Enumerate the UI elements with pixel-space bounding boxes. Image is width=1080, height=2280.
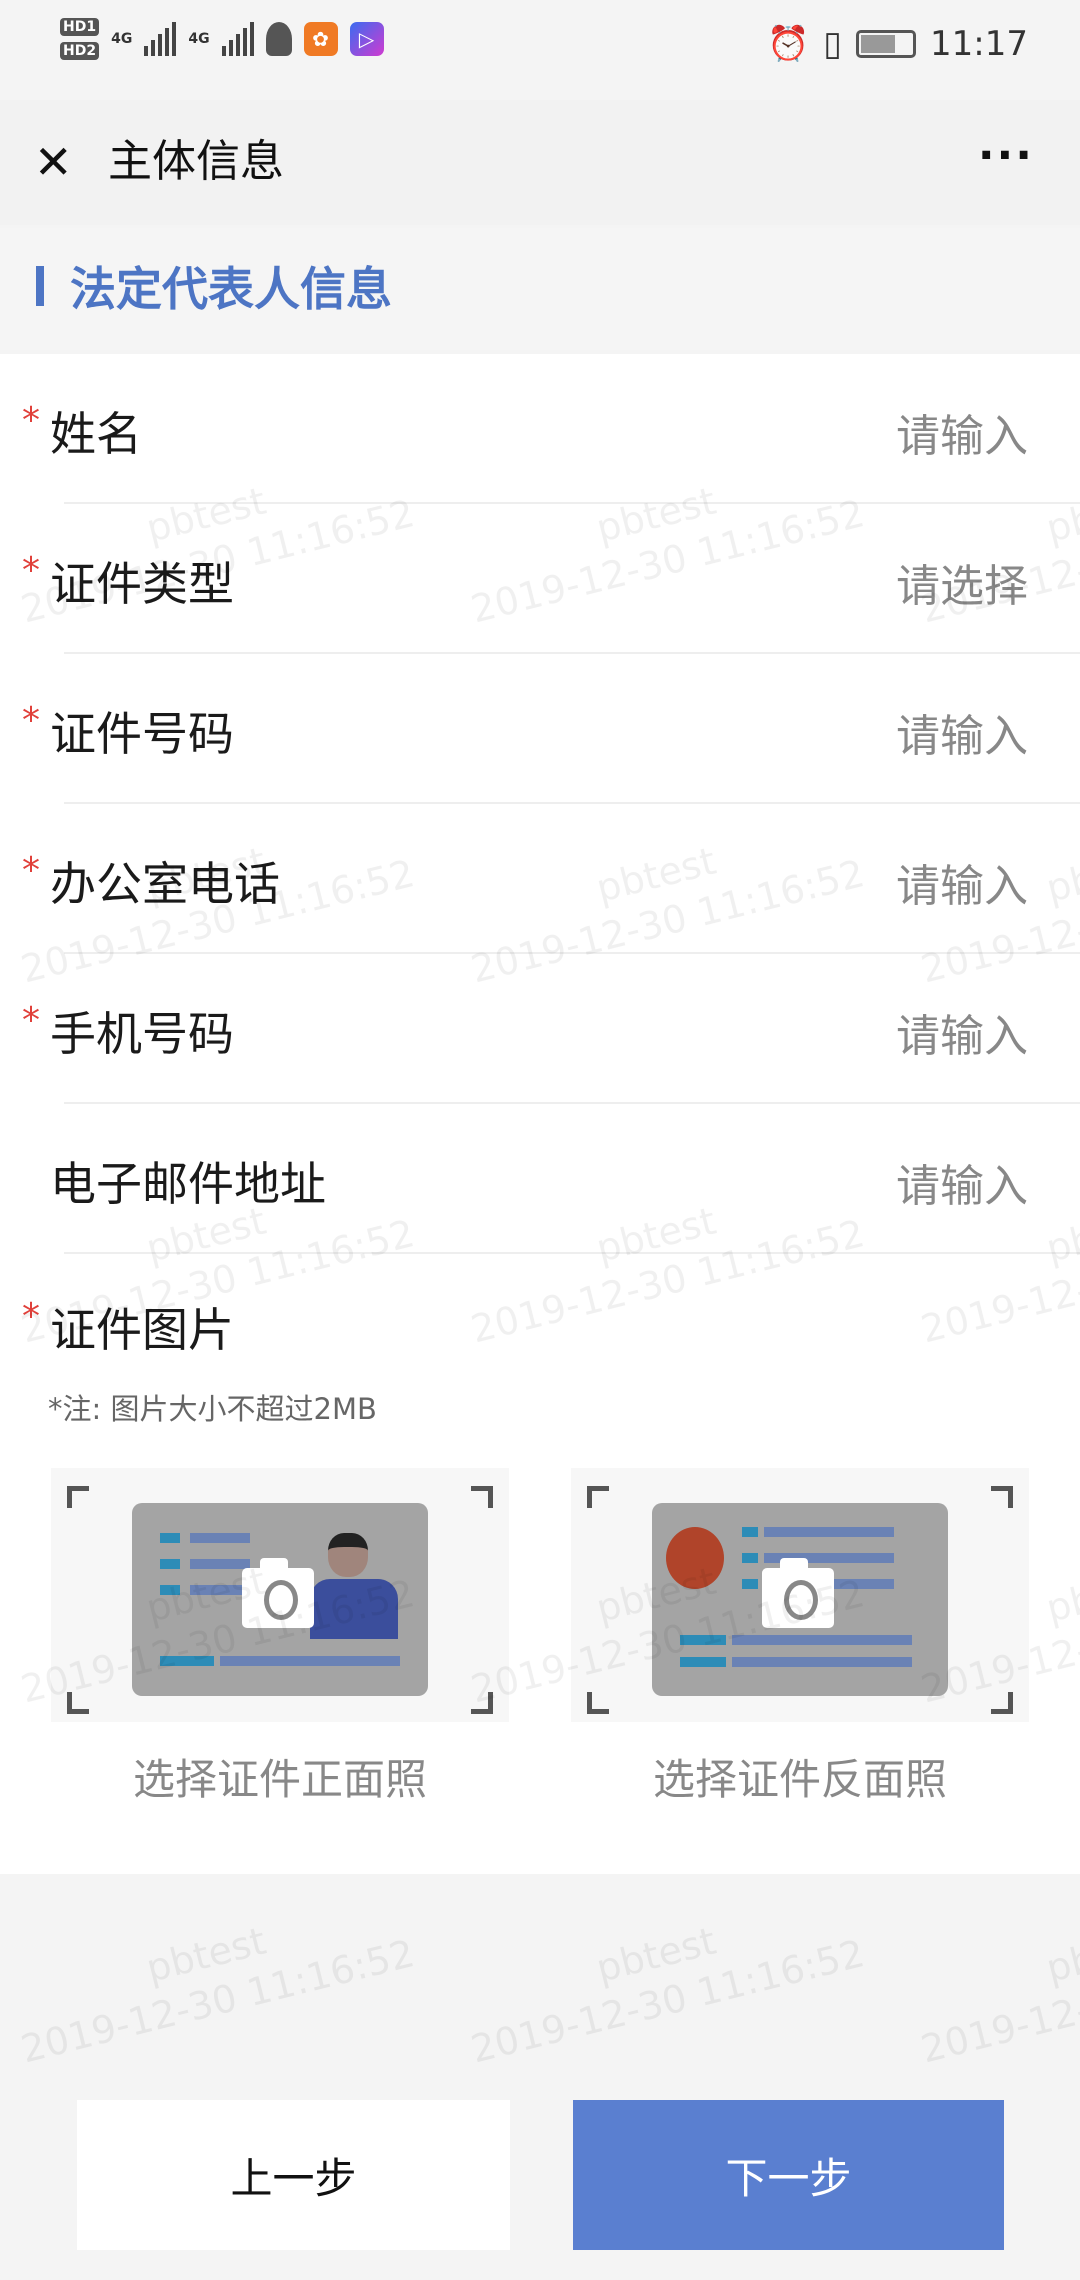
required-marker: * — [22, 700, 40, 741]
watermark-line1: pbtest — [1041, 1918, 1080, 1991]
field-placeholder[interactable]: 请输入 — [896, 400, 1028, 464]
sim2-label: HD2 — [60, 42, 100, 60]
front-photo-upload[interactable] — [51, 1468, 509, 1722]
sim1-label: HD1 — [60, 18, 100, 36]
status-bar: HD1 HD2 4G 4G ✿ ▷ ⏰ ▯ 11:17 — [0, 0, 1080, 100]
previous-step-button[interactable]: 上一步 — [77, 2100, 510, 2250]
required-marker: * — [22, 1296, 40, 1337]
emblem-icon — [666, 1527, 724, 1589]
field-label: 办公室电话 — [50, 857, 280, 911]
person-icon — [328, 1533, 368, 1577]
field-label: 姓名 — [50, 407, 142, 461]
back-photo-caption[interactable]: 选择证件反面照 — [571, 1746, 1029, 1807]
alarm-icon: ⏰ — [766, 24, 810, 64]
form-row[interactable]: * 姓名 请输入 — [0, 354, 1080, 504]
watermark-line2: 2019-12-30 11:16:52 — [466, 1931, 869, 2072]
field-label: 电子邮件地址 — [50, 1157, 326, 1211]
required-marker: * — [22, 850, 40, 891]
nav-bar: ✕ 主体信息 ··· — [0, 100, 1080, 225]
form-row[interactable]: * 手机号码 请输入 — [0, 954, 1080, 1104]
network1-label: 4G — [111, 31, 133, 47]
front-photo-caption[interactable]: 选择证件正面照 — [51, 1746, 509, 1807]
required-marker: * — [22, 1000, 40, 1041]
video-app-icon: ▷ — [349, 22, 384, 56]
watermark: pbtest2019-12-30 11:16:52 — [454, 1883, 869, 2074]
form-row[interactable]: * 证件号码 请输入 — [0, 654, 1080, 804]
section-accent-bar — [36, 266, 44, 306]
form: * 姓名 请输入 * 证件类型 请选择 * 证件号码 请输入 * 办公室电话 请输入 * 手机号码 请输入电… — [0, 354, 1080, 1874]
more-options-icon[interactable]: ··· — [978, 130, 1034, 181]
field-label: 证件号码 — [50, 707, 234, 761]
section-title: 法定代表人信息 — [70, 262, 392, 316]
network2-label: 4G — [188, 31, 210, 47]
sim-indicator: HD1 HD2 — [60, 18, 100, 60]
upload-note: *注: 图片大小不超过2MB — [48, 1392, 377, 1426]
clock: 11:17 — [930, 24, 1028, 64]
field-placeholder[interactable]: 请输入 — [896, 850, 1028, 914]
camera-icon — [762, 1558, 834, 1628]
close-icon[interactable]: ✕ — [34, 134, 73, 190]
field-label: 证件类型 — [50, 557, 234, 611]
field-placeholder[interactable]: 请输入 — [896, 1000, 1028, 1064]
watermark-line2: 2019-12-30 11:16:52 — [916, 1931, 1080, 2072]
required-marker: * — [22, 400, 40, 441]
next-step-button[interactable]: 下一步 — [573, 2100, 1004, 2250]
uc-browser-icon: ✿ — [303, 22, 338, 56]
watermark: pbtest2019-12-30 11:16:52 — [4, 1883, 419, 2074]
watermark-line2: 2019-12-30 11:16:52 — [16, 1931, 419, 2072]
camera-icon — [242, 1558, 314, 1628]
watermark-line1: pbtest — [141, 1918, 271, 1991]
form-row[interactable]: * 证件类型 请选择 — [0, 504, 1080, 654]
field-label: 手机号码 — [50, 1007, 234, 1061]
field-placeholder[interactable]: 请输入 — [896, 700, 1028, 764]
field-placeholder[interactable]: 请选择 — [896, 550, 1028, 614]
signal-icon — [144, 22, 177, 56]
form-row[interactable]: * 办公室电话 请输入 — [0, 804, 1080, 954]
id-front-illustration — [132, 1503, 428, 1696]
battery-icon — [856, 30, 917, 58]
id-back-illustration — [652, 1503, 948, 1696]
field-placeholder[interactable]: 请输入 — [896, 1150, 1028, 1214]
watermark-line1: pbtest — [591, 1918, 721, 1991]
back-photo-upload[interactable] — [571, 1468, 1029, 1722]
watermark: pbtest2019-12-30 11:16:52 — [904, 1883, 1080, 2074]
vibrate-icon: ▯ — [823, 24, 843, 64]
qq-icon — [265, 22, 292, 56]
signal-icon — [221, 22, 254, 56]
id-images-label-row: * 证件图片 — [0, 1250, 1080, 1370]
field-label: 证件图片 — [50, 1303, 234, 1357]
form-row[interactable]: 电子邮件地址 请输入 — [0, 1104, 1080, 1254]
required-marker: * — [22, 550, 40, 591]
section-header: 法定代表人信息 — [0, 228, 1080, 350]
page-title: 主体信息 — [108, 136, 284, 187]
